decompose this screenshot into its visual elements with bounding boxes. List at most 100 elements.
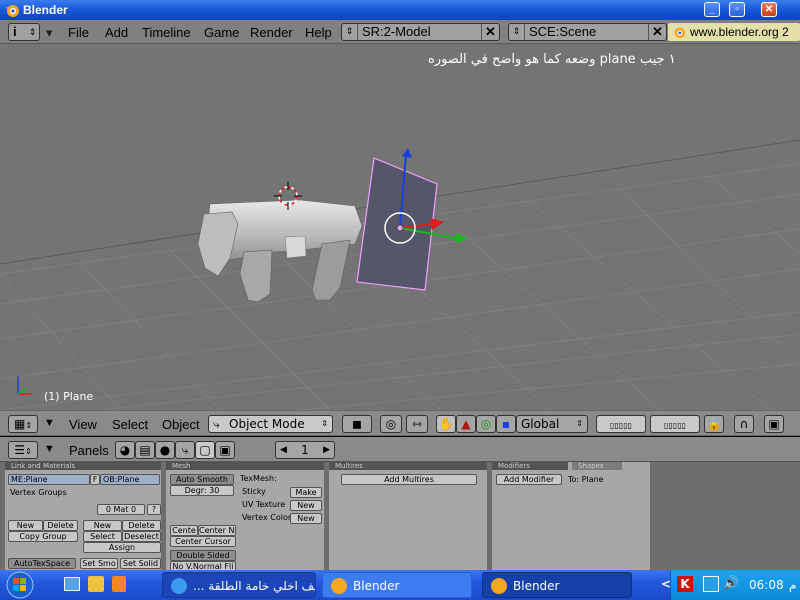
close-button[interactable]: ✕	[761, 2, 777, 17]
delete-screen-icon[interactable]: ✕	[481, 24, 499, 40]
mode-value[interactable]: Object Mode	[229, 417, 305, 431]
vgroup-delete-button[interactable]: Delete	[43, 520, 78, 531]
frame-number-field[interactable]: ◀ 1 ▶	[275, 441, 335, 459]
taskbar-item-blender-1[interactable]: Blender	[322, 572, 472, 598]
lock-button[interactable]: 🔒	[704, 415, 724, 433]
orientation-value[interactable]: Global	[521, 417, 559, 431]
clock-time[interactable]: 06:08	[749, 578, 784, 592]
3d-viewport[interactable]	[0, 44, 800, 410]
volume-icon[interactable]: 🔊	[723, 576, 739, 591]
window-type-button[interactable]: i ⇕	[8, 23, 40, 41]
autotexspace-toggle[interactable]: AutoTexSpace	[8, 558, 76, 569]
menu-render[interactable]: Render	[250, 25, 293, 40]
smooth-degree-field[interactable]: Degr: 30	[170, 485, 234, 496]
add-modifier-button[interactable]: Add Modifier	[496, 474, 562, 485]
translate-manipulator[interactable]: ▲	[456, 415, 476, 433]
menu-game[interactable]: Game	[204, 25, 239, 40]
editor-type-button[interactable]: ☰⇕	[8, 441, 38, 459]
scene-selector[interactable]: ⇕ SCE:Scene ✕	[508, 23, 667, 41]
add-multires-button[interactable]: Add Multires	[341, 474, 477, 485]
menu-object[interactable]: Object	[162, 417, 200, 432]
manipulator-toggle[interactable]: ✋	[436, 415, 456, 433]
layer-buttons-left[interactable]: ▯▯▯▯▯	[596, 415, 646, 433]
shapes-tab[interactable]: Shapes	[572, 462, 622, 470]
set-solid-button[interactable]: Set Solid	[120, 558, 161, 569]
arrow-left-icon[interactable]: ◀	[280, 442, 287, 458]
show-desktop-icon[interactable]	[64, 577, 80, 591]
layer-buttons-right[interactable]: ▯▯▯▯▯	[650, 415, 700, 433]
menu-file[interactable]: File	[68, 25, 89, 40]
delete-scene-icon[interactable]: ✕	[648, 24, 666, 40]
taskbar-item-browser[interactable]: ... كيف اخلي خامة الطلقة	[162, 572, 316, 598]
sticky-make-button[interactable]: Make	[290, 487, 322, 498]
material-index-field[interactable]: 0 Mat 0	[97, 504, 145, 515]
modifiers-tab[interactable]: Modifiers	[492, 462, 568, 470]
website-link-text[interactable]: www.blender.org 2	[690, 25, 789, 39]
copy-group-button[interactable]: Copy Group	[8, 531, 78, 542]
gun-model[interactable]	[197, 199, 363, 303]
network-icon[interactable]	[703, 576, 719, 592]
mesh-datablock-field[interactable]: ME:Plane	[8, 474, 90, 485]
menu-view[interactable]: View	[69, 417, 97, 432]
mode-selector[interactable]: ⤷ Object Mode ⇕	[208, 415, 333, 433]
material-delete-button[interactable]: Delete	[122, 520, 161, 531]
panels-menu[interactable]: Panels	[69, 443, 109, 458]
arrow-right-icon[interactable]: ▶	[323, 442, 330, 458]
menu-timeline[interactable]: Timeline	[142, 25, 191, 40]
maximize-button[interactable]: ▫	[729, 2, 745, 17]
uv-texture-new-button[interactable]: New	[290, 500, 322, 511]
collapse-menu-icon[interactable]: ▼	[44, 443, 55, 455]
object-context-button[interactable]: ⤷	[175, 441, 195, 459]
collapse-menu-icon[interactable]: ▾	[46, 25, 53, 41]
scene-context-button[interactable]: ▣	[215, 441, 235, 459]
material-select-button[interactable]: Select	[83, 531, 122, 542]
menu-add[interactable]: Add	[105, 25, 128, 40]
align-button[interactable]: ⇿	[406, 415, 428, 433]
blender-website-link[interactable]: www.blender.org 2	[668, 23, 800, 41]
material-new-button[interactable]: New	[83, 520, 122, 531]
pivot-button[interactable]: ◎	[380, 415, 402, 433]
render-button[interactable]: ▣	[764, 415, 784, 433]
material-assign-button[interactable]: Assign	[83, 542, 161, 553]
taskbar-item-blender-2[interactable]: Blender	[482, 572, 632, 598]
minimize-button[interactable]: _	[704, 2, 720, 17]
antivirus-icon[interactable]: K	[677, 576, 693, 592]
material-deselect-button[interactable]: Deselect	[122, 531, 161, 542]
panel-title[interactable]: Multires	[329, 462, 487, 470]
center-new-button[interactable]: Center Ne	[198, 525, 236, 536]
panel-title[interactable]: Link and Materials	[5, 462, 161, 470]
shading-context-button[interactable]: ●	[155, 441, 175, 459]
logic-context-button[interactable]: ◕	[115, 441, 135, 459]
vertex-color-new-button[interactable]: New	[290, 513, 322, 524]
snap-button[interactable]: ∩	[734, 415, 754, 433]
center-button[interactable]: Cente	[170, 525, 198, 536]
chevron-left-icon[interactable]: <	[661, 577, 671, 591]
scale-manipulator[interactable]: ▪	[496, 415, 516, 433]
menu-select[interactable]: Select	[112, 417, 148, 432]
editor-type-button[interactable]: ▦⇕	[8, 415, 38, 433]
auto-smooth-toggle[interactable]: Auto Smooth	[170, 474, 234, 485]
rotate-manipulator[interactable]: ◎	[476, 415, 496, 433]
scene-name[interactable]: SCE:Scene	[529, 24, 596, 40]
fake-user-button[interactable]: F	[90, 474, 100, 485]
frame-value[interactable]: 1	[301, 443, 309, 457]
folder-icon[interactable]	[88, 576, 104, 592]
orientation-selector[interactable]: Global ⇕	[516, 415, 588, 433]
panel-title[interactable]: Mesh	[166, 462, 324, 470]
object-datablock-field[interactable]: OB:Plane	[100, 474, 160, 485]
draw-type-button[interactable]: ◼	[342, 415, 372, 433]
material-help-button[interactable]: ?	[147, 504, 161, 515]
vgroup-new-button[interactable]: New	[8, 520, 43, 531]
collapse-menu-icon[interactable]: ▼	[44, 417, 55, 429]
editing-context-button[interactable]: ▢	[195, 441, 215, 459]
set-smooth-button[interactable]: Set Smo	[80, 558, 118, 569]
screen-selector[interactable]: ⇕ SR:2-Model ✕	[341, 23, 500, 41]
media-player-icon[interactable]	[112, 576, 126, 592]
viewport-scene[interactable]	[0, 44, 800, 410]
double-sided-toggle[interactable]: Double Sided	[170, 550, 236, 561]
center-cursor-button[interactable]: Center Cursor	[170, 536, 236, 547]
start-button[interactable]	[0, 570, 56, 600]
screen-name[interactable]: SR:2-Model	[362, 24, 431, 40]
script-context-button[interactable]: ▤	[135, 441, 155, 459]
menu-help[interactable]: Help	[305, 25, 332, 40]
